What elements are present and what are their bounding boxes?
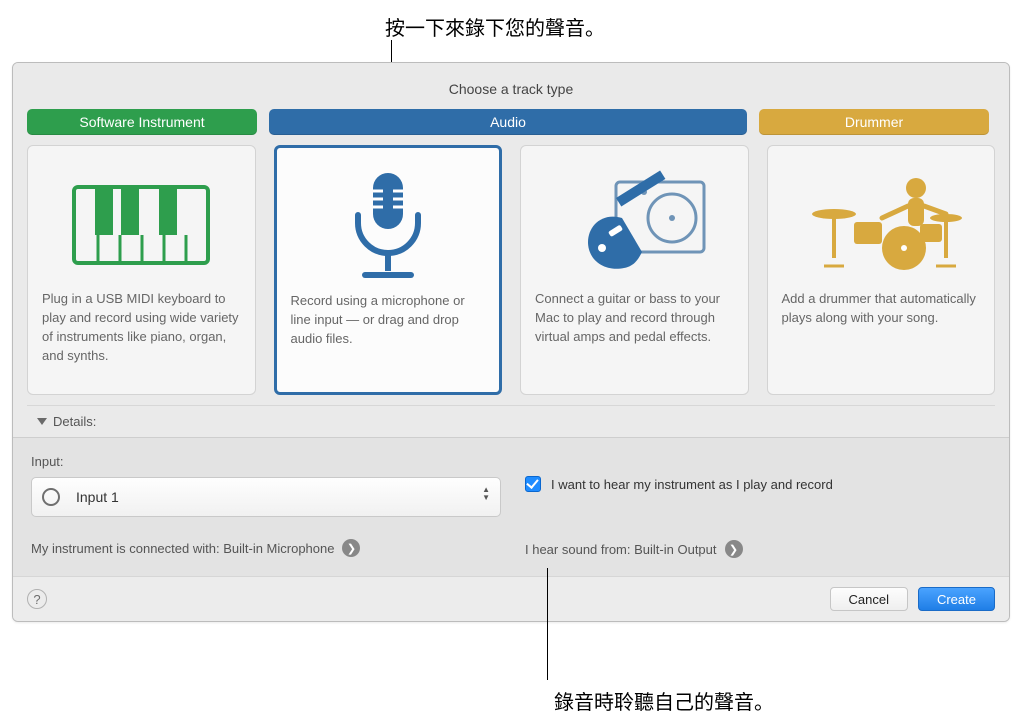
- annotation-bottom: 錄音時聆聽自己的聲音。: [554, 686, 774, 715]
- card-guitar-amp[interactable]: Connect a guitar or bass to your Mac to …: [520, 145, 749, 395]
- tab-drummer[interactable]: Drummer: [759, 109, 989, 135]
- input-device-settings-button[interactable]: ❯: [342, 539, 360, 557]
- input-channel-icon: [42, 488, 60, 506]
- tab-software-instrument[interactable]: Software Instrument: [27, 109, 257, 135]
- track-type-tabs: Software Instrument Audio Drummer: [27, 109, 995, 135]
- tab-audio[interactable]: Audio: [269, 109, 747, 135]
- monitoring-checkbox[interactable]: [525, 476, 541, 492]
- input-select[interactable]: Input 1 ▲▼: [31, 477, 501, 517]
- create-button[interactable]: Create: [918, 587, 995, 611]
- panel-title: Choose a track type: [27, 81, 995, 97]
- card-drummer[interactable]: Add a drummer that automatically plays a…: [767, 145, 996, 395]
- updown-caret-icon: ▲▼: [482, 486, 490, 502]
- card-desc: Plug in a USB MIDI keyboard to play and …: [42, 290, 241, 365]
- cancel-button[interactable]: Cancel: [830, 587, 908, 611]
- piano-keys-icon: [42, 160, 241, 290]
- chevron-down-icon: [37, 418, 47, 425]
- card-software-instrument[interactable]: Plug in a USB MIDI keyboard to play and …: [27, 145, 256, 395]
- card-desc: Record using a microphone or line input …: [291, 292, 486, 349]
- microphone-icon: [291, 162, 486, 292]
- details-disclosure[interactable]: Details:: [27, 405, 995, 437]
- guitar-amp-icon: [535, 160, 734, 290]
- details-body: Input: Input 1 ▲▼ My instrument is conne…: [13, 437, 1009, 576]
- drummer-icon: [782, 160, 981, 290]
- callout-line-bottom: [547, 568, 548, 680]
- connected-with-text: My instrument is connected with: Built-i…: [31, 541, 334, 556]
- input-label: Input:: [31, 454, 501, 469]
- card-desc: Connect a guitar or bass to your Mac to …: [535, 290, 734, 347]
- card-microphone[interactable]: Record using a microphone or line input …: [274, 145, 503, 395]
- new-track-panel: Choose a track type Software Instrument …: [12, 62, 1010, 622]
- card-desc: Add a drummer that automatically plays a…: [782, 290, 981, 328]
- details-label: Details:: [53, 414, 96, 429]
- panel-top: Choose a track type Software Instrument …: [13, 63, 1009, 437]
- track-type-cards: Plug in a USB MIDI keyboard to play and …: [27, 145, 995, 395]
- input-select-value: Input 1: [76, 489, 119, 505]
- annotation-top: 按一下來錄下您的聲音。: [385, 12, 605, 41]
- output-device-text: I hear sound from: Built-in Output: [525, 542, 717, 557]
- panel-footer: ? Cancel Create: [13, 576, 1009, 621]
- monitoring-checkbox-label: I want to hear my instrument as I play a…: [551, 477, 833, 492]
- output-device-settings-button[interactable]: ❯: [725, 540, 743, 558]
- help-button[interactable]: ?: [27, 589, 47, 609]
